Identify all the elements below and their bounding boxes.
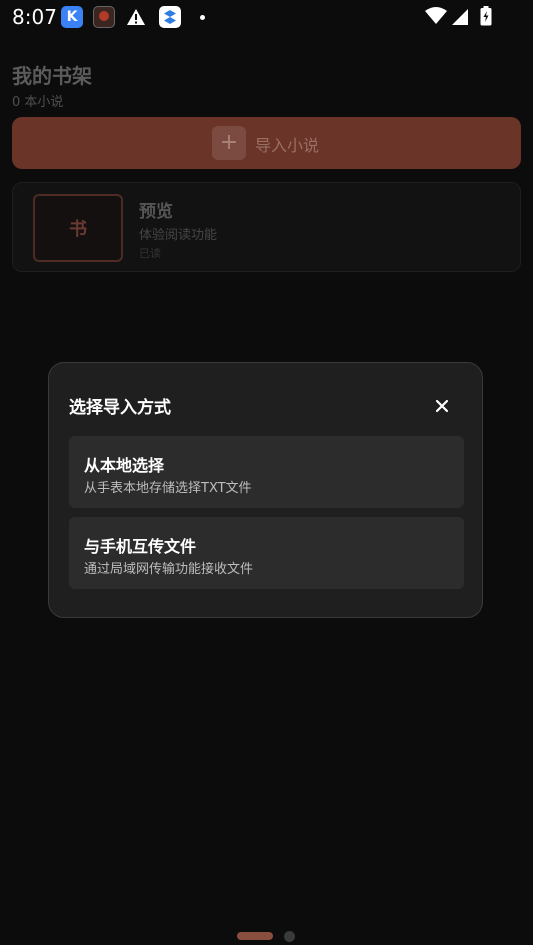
plus-icon: + [212,126,246,160]
status-bar: 8:07 K [0,0,533,34]
status-time: 8:07 [12,5,57,29]
import-novel-label: 导入小说 [255,136,320,155]
k-app-icon: K [61,6,83,28]
import-novel-button[interactable]: + 导入小说 [12,117,521,169]
page-indicator-dot[interactable] [284,931,295,942]
book-read-status: 已读 [139,247,161,260]
book-card[interactable]: 书 预览 体验阅读功能 已读 [12,182,521,272]
warning-icon [127,9,145,25]
dialog-title: 选择导入方式 [69,398,171,418]
option-title: 从本地选择 [84,456,165,475]
book-cover-char: 书 [69,219,87,240]
photo-app-icon [93,6,115,28]
book-cover: 书 [33,194,123,262]
book-description: 体验阅读功能 [139,228,218,243]
option-local-select[interactable]: 从本地选择 从手表本地存储选择TXT文件 [69,436,464,508]
option-subtitle: 通过局域网传输功能接收文件 [84,562,254,577]
page-title: 我的书架 [12,64,92,88]
close-icon [435,399,449,413]
option-subtitle: 从手表本地存储选择TXT文件 [84,481,252,496]
wifi-icon [425,7,447,24]
more-dot-icon [200,15,205,20]
battery-charging-icon [480,6,492,26]
close-button[interactable] [431,395,453,417]
book-title: 预览 [139,202,173,222]
page-indicator-dot-active[interactable] [237,932,273,940]
page-indicator [0,930,533,942]
novel-count: 0 本小说 [12,95,64,110]
option-title: 与手机互传文件 [84,537,197,556]
box-app-icon [159,6,181,28]
import-method-dialog: 选择导入方式 从本地选择 从手表本地存储选择TXT文件 与手机互传文件 通过局域… [48,362,483,618]
signal-icon [452,9,468,25]
option-phone-transfer[interactable]: 与手机互传文件 通过局域网传输功能接收文件 [69,517,464,589]
